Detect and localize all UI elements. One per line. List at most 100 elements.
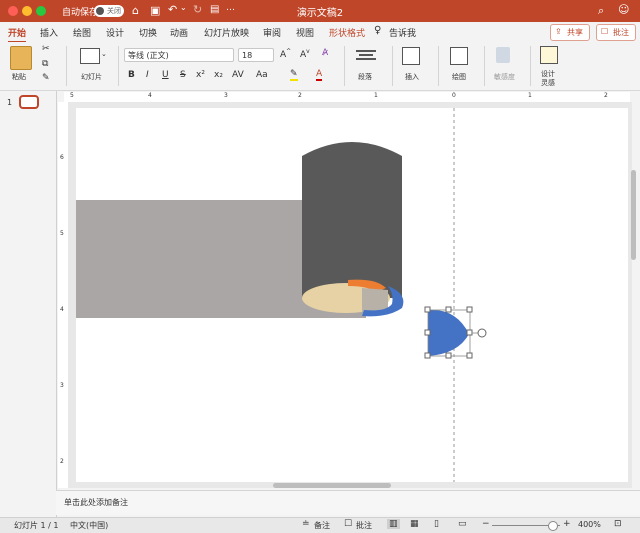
align-icon[interactable] (356, 48, 376, 62)
resize-handle[interactable] (445, 306, 452, 313)
ribbon-tabs: 开始 插入 绘图 设计 切换 动画 幻灯片放映 审阅 视图 形状格式 ♀ 告诉我 (0, 22, 640, 43)
tab-draw[interactable]: 绘图 (73, 26, 91, 39)
insert-icon[interactable] (402, 47, 420, 65)
strikethrough-button[interactable]: S (180, 70, 186, 80)
share-label: 共享 (567, 28, 583, 37)
new-slide-icon[interactable] (80, 48, 100, 64)
overlap-shape (362, 288, 388, 313)
tab-transitions[interactable]: 切换 (139, 26, 157, 39)
notes-icon[interactable]: ≐ (302, 519, 310, 529)
font-size-field[interactable]: 18 (238, 48, 274, 62)
tab-shape-format[interactable]: 形状格式 (329, 26, 365, 39)
ruler-tick: 4 (148, 92, 152, 99)
document-title: 演示文稿2 (296, 8, 344, 19)
comments-icon[interactable]: ☐ (344, 519, 352, 529)
change-case-button[interactable]: Aa (256, 70, 268, 80)
normal-view-icon[interactable]: ▥ (387, 519, 400, 529)
tab-insert[interactable]: 插入 (40, 26, 58, 39)
subscript-button[interactable]: x₂ (214, 70, 223, 80)
slide-number: 1 (7, 98, 13, 107)
tab-home[interactable]: 开始 (8, 26, 27, 43)
decrease-font-icon[interactable]: Av (300, 48, 310, 60)
notes-placeholder: 单击此处添加备注 (64, 498, 128, 507)
tell-me[interactable]: 告诉我 (389, 26, 416, 39)
comments-button[interactable]: ☐ 批注 (596, 24, 636, 41)
slide-canvas[interactable] (76, 108, 628, 482)
fit-slide-icon[interactable]: ⊡ (614, 519, 622, 529)
slide-label: 幻灯片 (81, 73, 102, 81)
ruler-tick: 3 (224, 92, 228, 99)
tab-view[interactable]: 视图 (296, 26, 314, 39)
comments-label: 批注 (613, 28, 629, 37)
sensitivity-icon[interactable] (496, 47, 510, 63)
highlight-icon[interactable]: ✎ (290, 69, 298, 81)
ruler-tick: 5 (70, 92, 74, 99)
cut-icon[interactable]: ✂ (42, 44, 50, 54)
selected-blue-shape[interactable] (428, 309, 469, 356)
resize-handle[interactable] (466, 306, 473, 313)
resize-handle[interactable] (466, 352, 473, 359)
format-painter-icon[interactable]: ✎ (42, 73, 50, 83)
ruler-tick: 0 (452, 92, 456, 99)
share-button[interactable]: ⇪ 共享 (550, 24, 590, 41)
drawing-label: 绘图 (452, 73, 466, 81)
account-icon[interactable]: ☺ (618, 3, 629, 16)
ribbon: 粘贴 ✂ ⧉ ✎ ⌄ 幻灯片 等线 (正文) 18 A^ Av A̷ B I U… (0, 42, 640, 91)
font-color-button[interactable]: A (316, 69, 323, 81)
copy-icon[interactable]: ⧉ (42, 59, 48, 69)
font-name-field[interactable]: 等线 (正文) (124, 48, 234, 62)
bold-button[interactable]: B (128, 70, 135, 80)
zoom-in-icon[interactable]: + (563, 519, 571, 529)
horizontal-scrollbar[interactable] (273, 483, 391, 488)
zoom-level[interactable]: 400% (578, 520, 601, 529)
ruler-tick: 5 (60, 230, 64, 237)
slide-thumbnail[interactable] (19, 95, 39, 109)
resize-handle[interactable] (424, 329, 431, 336)
resize-handle[interactable] (466, 329, 473, 336)
vertical-scrollbar[interactable] (631, 170, 636, 260)
ruler-tick: 1 (528, 92, 532, 99)
ruler-tick: 6 (60, 154, 64, 161)
tab-design[interactable]: 设计 (106, 26, 124, 39)
tab-slideshow[interactable]: 幻灯片放映 (204, 26, 249, 39)
rotate-handle-icon[interactable] (477, 328, 487, 338)
sorter-view-icon[interactable]: ▦ (410, 519, 419, 529)
underline-button[interactable]: U (162, 70, 169, 80)
comments-toggle[interactable]: 批注 (356, 520, 372, 531)
designer-icon[interactable] (540, 46, 558, 64)
notes-toggle[interactable]: 备注 (314, 520, 330, 531)
resize-handle[interactable] (424, 352, 431, 359)
slide-dropdown-icon[interactable]: ⌄ (101, 50, 107, 58)
notes-pane[interactable]: 单击此处添加备注 (56, 490, 640, 515)
language-status[interactable]: 中文(中国) (70, 520, 108, 531)
drawing-icon[interactable] (450, 47, 468, 65)
slide-shapes (76, 108, 487, 482)
zoom-slider-thumb[interactable] (548, 521, 558, 531)
lightbulb-icon: ♀ (374, 25, 382, 36)
thumbnail-pane (0, 91, 57, 518)
ruler-tick: 3 (60, 382, 64, 389)
reading-view-icon[interactable]: ▯ (434, 519, 439, 529)
designer-label-2: 灵感 (541, 79, 555, 87)
char-spacing-button[interactable]: AV (232, 70, 244, 80)
ruler-tick: 2 (60, 458, 64, 465)
tab-animations[interactable]: 动画 (170, 26, 188, 39)
clear-format-icon[interactable]: A̷ (322, 48, 328, 58)
resize-handle[interactable] (424, 306, 431, 313)
title-bar: 自动保存 关闭 ⌂ ▣ ↶ ⌄ ↻ ▤ … 演示文稿2 ⌕ ☺ (0, 0, 640, 22)
ruler-tick: 2 (604, 92, 608, 99)
comment-icon: ☐ (601, 27, 609, 36)
resize-handle[interactable] (445, 352, 452, 359)
slide-counter: 幻灯片 1 / 1 (14, 521, 59, 530)
increase-font-icon[interactable]: A^ (280, 48, 291, 60)
paste-icon[interactable] (10, 46, 32, 70)
zoom-out-icon[interactable]: − (482, 519, 490, 529)
ruler-tick: 1 (374, 92, 378, 99)
superscript-button[interactable]: x² (196, 70, 205, 80)
cylinder-shape[interactable] (302, 142, 402, 298)
insert-label: 插入 (405, 73, 419, 81)
slideshow-view-icon[interactable]: ▭ (458, 519, 467, 529)
search-icon[interactable]: ⌕ (598, 4, 604, 18)
italic-button[interactable]: I (146, 70, 149, 80)
tab-review[interactable]: 审阅 (263, 26, 281, 39)
